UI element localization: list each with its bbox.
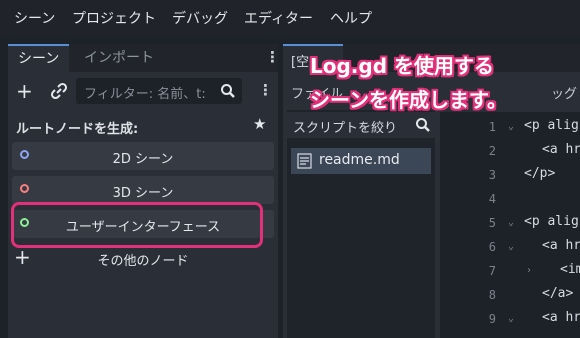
search-icon <box>221 84 235 98</box>
instantiate-link-icon[interactable] <box>50 82 68 100</box>
filter-placeholder: フィルター: 名前、t: <box>84 87 206 102</box>
code-line: </a> <box>542 286 574 301</box>
script-list-item[interactable]: readme.md <box>291 148 431 174</box>
scene-dock: シーン インポート ⋮ + フィルター: 名前、t: ⋮ ルートノードを生成: … <box>8 44 280 338</box>
tab-scene[interactable]: シーン <box>8 44 70 72</box>
code-line: <im <box>560 262 580 277</box>
tab-indent-icon: › <box>526 265 533 276</box>
code-line: </p> <box>524 166 556 181</box>
fold-arrow-icon[interactable]: ⌄ <box>508 241 514 252</box>
line-number: 5 <box>488 216 496 230</box>
other-node-button[interactable]: + その他のノード <box>12 246 274 272</box>
scene-dock-tabs: シーン インポート ⋮ <box>8 44 280 72</box>
other-node-label: その他のノード <box>97 254 189 269</box>
create-root-label: ルートノードを生成: <box>16 122 139 137</box>
create-2d-scene-button[interactable]: 2D シーン <box>12 142 274 170</box>
script-file-name: readme.md <box>319 152 400 168</box>
line-number: 8 <box>488 288 496 302</box>
create-2d-scene-label: 2D シーン <box>112 152 174 167</box>
line-number: 9 <box>488 312 496 326</box>
script-list: スクリプトを絞り readme.md <box>287 110 435 338</box>
line-number: 7 <box>488 264 496 278</box>
script-menu-debug[interactable]: ッグ <box>551 83 577 102</box>
callout-line-1: Log.gd を使用する <box>310 54 494 78</box>
highlight-frame <box>11 202 263 248</box>
menu-scene[interactable]: シーン <box>14 8 55 28</box>
line-number: 3 <box>488 168 496 182</box>
favorite-star-icon[interactable]: ★ <box>253 115 266 133</box>
node-filter-input[interactable]: フィルター: 名前、t: <box>76 78 242 104</box>
callout-line-2: シーンを作成します。 <box>310 88 507 112</box>
create-3d-scene-button[interactable]: 3D シーン <box>12 176 274 204</box>
filter-menu-icon[interactable]: ⋮ <box>258 81 273 99</box>
line-number: 6 <box>488 240 496 254</box>
line-number: 4 <box>488 192 496 206</box>
code-line: <p alig <box>524 118 579 133</box>
code-line: <a hr <box>542 142 580 157</box>
code-line: <a hr <box>542 310 580 325</box>
fold-arrow-icon[interactable]: ⌄ <box>508 313 514 324</box>
dock-menu-icon[interactable]: ⋮ <box>265 48 280 66</box>
menu-project[interactable]: プロジェクト <box>72 8 156 28</box>
line-number: 1 <box>488 120 496 134</box>
menu-debug[interactable]: デバッグ <box>172 8 228 28</box>
code-line: <p alig <box>524 214 579 229</box>
fold-arrow-icon[interactable]: ⌄ <box>508 217 514 228</box>
script-filter-input[interactable]: スクリプトを絞り <box>287 112 435 138</box>
add-node-icon[interactable]: + <box>16 80 33 102</box>
fold-arrow-icon[interactable]: ⌄ <box>508 121 514 132</box>
text-file-icon <box>297 153 312 169</box>
menu-help[interactable]: ヘルプ <box>330 8 372 28</box>
search-icon <box>416 118 430 132</box>
menu-editor[interactable]: エディター <box>244 8 313 28</box>
code-editor[interactable]: 1 ⌄ <p alig 2 <a hr 3 </p> 4 5 ⌄ <p alig… <box>440 112 580 338</box>
line-number: 2 <box>488 144 496 158</box>
code-line: <a hr <box>542 238 580 253</box>
create-3d-scene-label: 3D シーン <box>112 186 174 201</box>
script-filter-text: スクリプトを絞り <box>293 121 398 136</box>
menu-bar: シーン プロジェクト デバッグ エディター ヘルプ <box>0 0 580 36</box>
tab-import[interactable]: インポート <box>74 44 164 72</box>
